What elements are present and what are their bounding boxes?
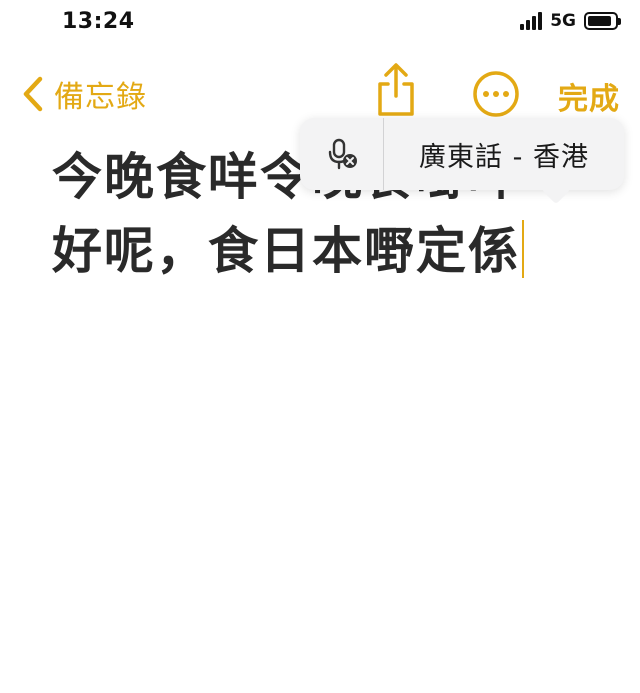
status-time: 13:24 — [62, 9, 135, 34]
back-label: 備忘錄 — [54, 80, 147, 115]
text-cursor — [522, 220, 524, 278]
back-button[interactable]: 備忘錄 — [22, 72, 147, 116]
share-button[interactable] — [374, 62, 418, 122]
note-line-2: 好呢，食日本嘢定係 — [52, 214, 612, 288]
chevron-left-icon — [23, 76, 43, 112]
share-icon — [378, 63, 414, 116]
network-label: 5G — [550, 11, 576, 31]
dictation-language-button[interactable]: 廣東話 - 香港 — [384, 135, 624, 174]
mic-off-icon — [328, 138, 357, 170]
signal-icon — [520, 12, 543, 30]
mic-off-button[interactable] — [300, 118, 384, 190]
battery-icon — [584, 12, 621, 30]
more-icon — [473, 71, 519, 117]
status-indicators: 5G — [520, 11, 621, 31]
notes-screen: 13:24 5G 備忘錄 完成 今晚食咩令晚食嘢咩 好呢，食日本嘢定係 廣東話 … — [0, 0, 640, 693]
more-button[interactable] — [472, 70, 520, 122]
battery-fill — [588, 16, 612, 26]
note-line-2-text: 好呢，食日本嘢定係 — [52, 222, 520, 280]
dictation-popup: 廣東話 - 香港 — [300, 118, 624, 190]
done-button[interactable]: 完成 — [558, 74, 620, 118]
status-bar: 13:24 5G — [0, 0, 640, 48]
